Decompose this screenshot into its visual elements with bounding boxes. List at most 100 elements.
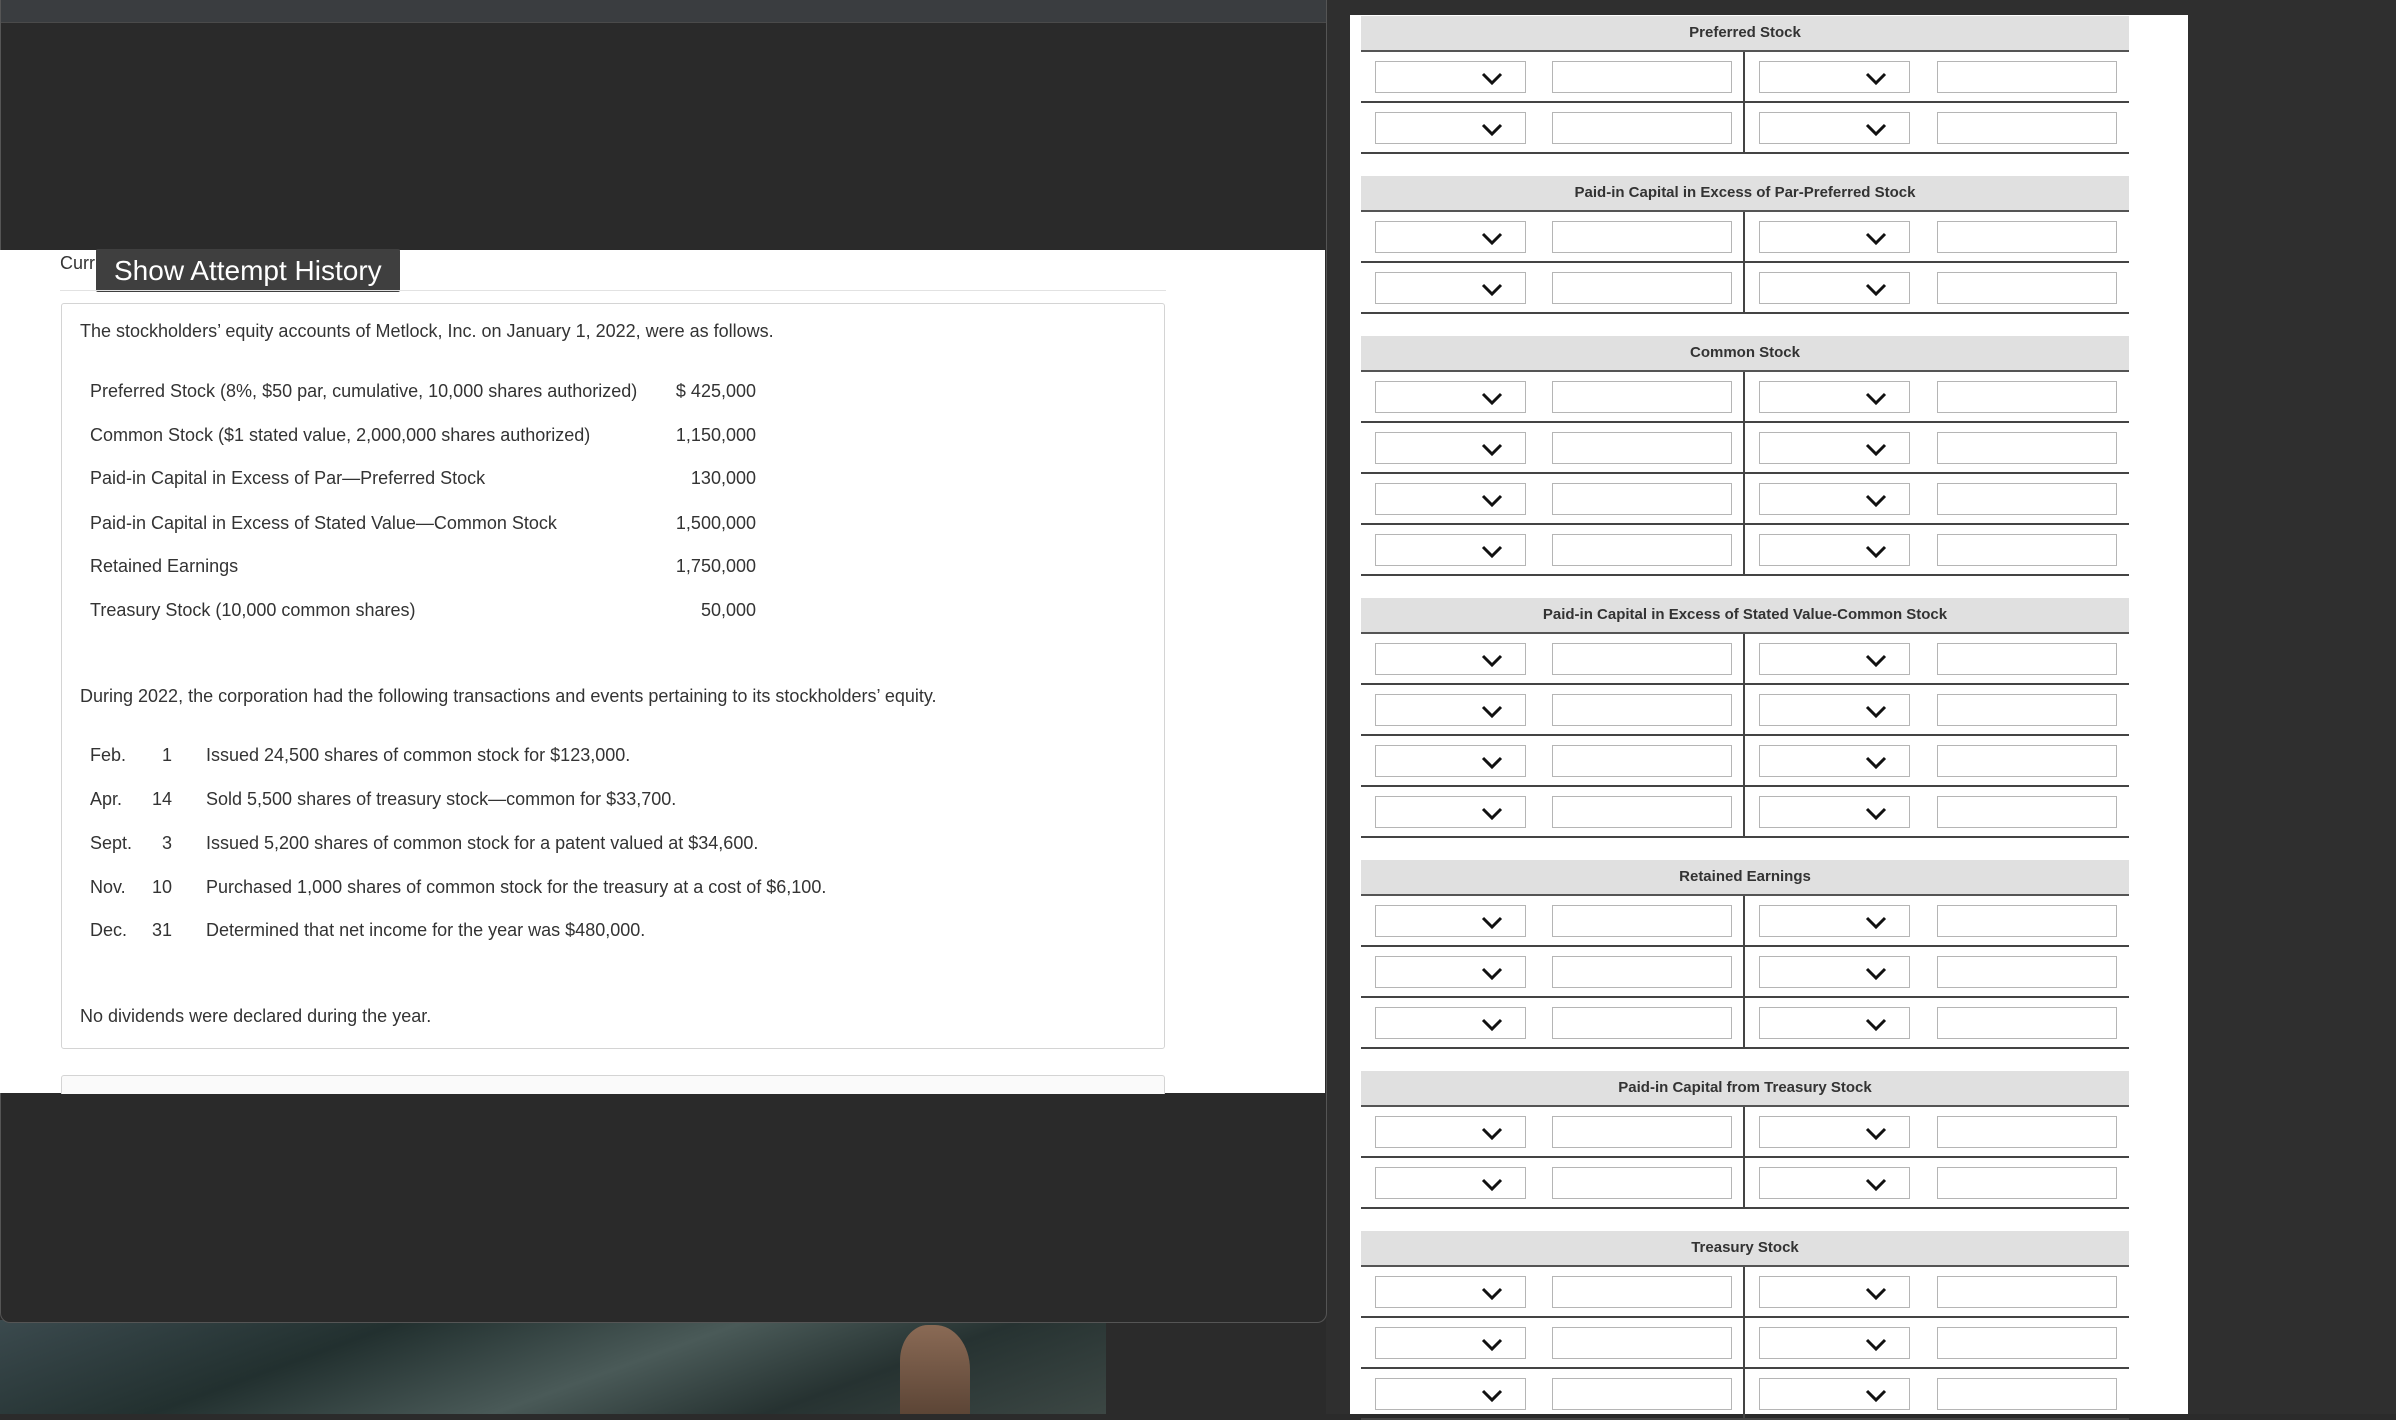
- account-header: Treasury Stock: [1361, 1231, 2129, 1267]
- chevron-down-icon: [1481, 1127, 1503, 1141]
- debit-account-dropdown[interactable]: [1375, 694, 1526, 726]
- row-rule: [1361, 1367, 2129, 1369]
- credit-account-dropdown[interactable]: [1759, 1276, 1910, 1308]
- credit-amount-input[interactable]: [1937, 1327, 2117, 1359]
- debit-amount-input[interactable]: [1552, 643, 1732, 675]
- debit-account-dropdown[interactable]: [1375, 956, 1526, 988]
- debit-account-dropdown[interactable]: [1375, 1116, 1526, 1148]
- credit-account-dropdown[interactable]: [1759, 272, 1910, 304]
- debit-account-dropdown[interactable]: [1375, 745, 1526, 777]
- credit-amount-input[interactable]: [1937, 956, 2117, 988]
- chevron-down-icon: [1481, 283, 1503, 297]
- transaction-month: Feb.: [90, 745, 127, 765]
- debit-account-dropdown[interactable]: [1375, 432, 1526, 464]
- credit-account-dropdown[interactable]: [1759, 221, 1910, 253]
- chevron-down-icon: [1865, 1287, 1887, 1301]
- credit-amount-input[interactable]: [1937, 1276, 2117, 1308]
- debit-account-dropdown[interactable]: [1375, 61, 1526, 93]
- row-rule: [1361, 152, 2129, 154]
- debit-amount-input[interactable]: [1552, 1167, 1732, 1199]
- debit-amount-input[interactable]: [1552, 381, 1732, 413]
- credit-account-dropdown[interactable]: [1759, 381, 1910, 413]
- credit-account-dropdown[interactable]: [1759, 956, 1910, 988]
- credit-account-dropdown[interactable]: [1759, 694, 1910, 726]
- debit-amount-input[interactable]: [1552, 534, 1732, 566]
- credit-amount-input[interactable]: [1937, 1007, 2117, 1039]
- debit-amount-input[interactable]: [1552, 1007, 1732, 1039]
- debit-amount-input[interactable]: [1552, 483, 1732, 515]
- debit-amount-input[interactable]: [1552, 272, 1732, 304]
- debit-amount-input[interactable]: [1552, 956, 1732, 988]
- credit-account-dropdown[interactable]: [1759, 643, 1910, 675]
- credit-account-dropdown[interactable]: [1759, 745, 1910, 777]
- show-attempt-history-tooltip[interactable]: Show Attempt History: [96, 249, 400, 292]
- debit-account-dropdown[interactable]: [1375, 381, 1526, 413]
- credit-amount-input[interactable]: [1937, 61, 2117, 93]
- credit-amount-input[interactable]: [1937, 1116, 2117, 1148]
- credit-amount-input[interactable]: [1937, 112, 2117, 144]
- credit-amount-input[interactable]: [1937, 1378, 2117, 1410]
- debit-amount-input[interactable]: [1552, 745, 1732, 777]
- debit-account-dropdown[interactable]: [1375, 1327, 1526, 1359]
- chevron-down-icon: [1865, 807, 1887, 821]
- debit-amount-input[interactable]: [1552, 1378, 1732, 1410]
- credit-amount-input[interactable]: [1937, 694, 2117, 726]
- debit-amount-input[interactable]: [1552, 1327, 1732, 1359]
- chevron-down-icon: [1865, 967, 1887, 981]
- debit-account-dropdown[interactable]: [1375, 905, 1526, 937]
- debit-amount-input[interactable]: [1552, 61, 1732, 93]
- debit-account-dropdown[interactable]: [1375, 1276, 1526, 1308]
- chevron-down-icon: [1865, 916, 1887, 930]
- credit-account-dropdown[interactable]: [1759, 1116, 1910, 1148]
- debit-amount-input[interactable]: [1552, 432, 1732, 464]
- debit-amount-input[interactable]: [1552, 1116, 1732, 1148]
- t-account-divider: [1743, 896, 1745, 1049]
- credit-account-dropdown[interactable]: [1759, 1007, 1910, 1039]
- account-name: Paid-in Capital in Excess of Par—Preferr…: [90, 468, 486, 488]
- account-name: Preferred Stock (8%, $50 par, cumulative…: [90, 381, 638, 401]
- debit-account-dropdown[interactable]: [1375, 272, 1526, 304]
- debit-account-dropdown[interactable]: [1375, 1167, 1526, 1199]
- debit-account-dropdown[interactable]: [1375, 796, 1526, 828]
- credit-account-dropdown[interactable]: [1759, 534, 1910, 566]
- credit-amount-input[interactable]: [1937, 905, 2117, 937]
- credit-amount-input[interactable]: [1937, 272, 2117, 304]
- debit-account-dropdown[interactable]: [1375, 534, 1526, 566]
- credit-account-dropdown[interactable]: [1759, 61, 1910, 93]
- credit-account-dropdown[interactable]: [1759, 796, 1910, 828]
- debit-amount-input[interactable]: [1552, 694, 1732, 726]
- credit-amount-input[interactable]: [1937, 381, 2117, 413]
- credit-amount-input[interactable]: [1937, 745, 2117, 777]
- credit-amount-input[interactable]: [1937, 483, 2117, 515]
- credit-account-dropdown[interactable]: [1759, 1167, 1910, 1199]
- debit-account-dropdown[interactable]: [1375, 1007, 1526, 1039]
- credit-amount-input[interactable]: [1937, 432, 2117, 464]
- chevron-down-icon: [1481, 494, 1503, 508]
- credit-account-dropdown[interactable]: [1759, 905, 1910, 937]
- credit-amount-input[interactable]: [1937, 221, 2117, 253]
- credit-amount-input[interactable]: [1937, 643, 2117, 675]
- debit-account-dropdown[interactable]: [1375, 221, 1526, 253]
- transaction-day: 31: [151, 920, 172, 940]
- row-rule: [1361, 101, 2129, 103]
- debit-amount-input[interactable]: [1552, 1276, 1732, 1308]
- debit-amount-input[interactable]: [1552, 221, 1732, 253]
- debit-account-dropdown[interactable]: [1375, 643, 1526, 675]
- account-amount: 1,750,000: [675, 556, 756, 576]
- credit-account-dropdown[interactable]: [1759, 483, 1910, 515]
- debit-account-dropdown[interactable]: [1375, 112, 1526, 144]
- credit-account-dropdown[interactable]: [1759, 1327, 1910, 1359]
- credit-amount-input[interactable]: [1937, 1167, 2117, 1199]
- debit-amount-input[interactable]: [1552, 112, 1732, 144]
- chevron-down-icon: [1481, 1338, 1503, 1352]
- credit-account-dropdown[interactable]: [1759, 432, 1910, 464]
- debit-amount-input[interactable]: [1552, 796, 1732, 828]
- credit-amount-input[interactable]: [1937, 796, 2117, 828]
- debit-account-dropdown[interactable]: [1375, 483, 1526, 515]
- credit-amount-input[interactable]: [1937, 534, 2117, 566]
- debit-amount-input[interactable]: [1552, 905, 1732, 937]
- debit-account-dropdown[interactable]: [1375, 1378, 1526, 1410]
- chevron-down-icon: [1865, 705, 1887, 719]
- credit-account-dropdown[interactable]: [1759, 1378, 1910, 1410]
- credit-account-dropdown[interactable]: [1759, 112, 1910, 144]
